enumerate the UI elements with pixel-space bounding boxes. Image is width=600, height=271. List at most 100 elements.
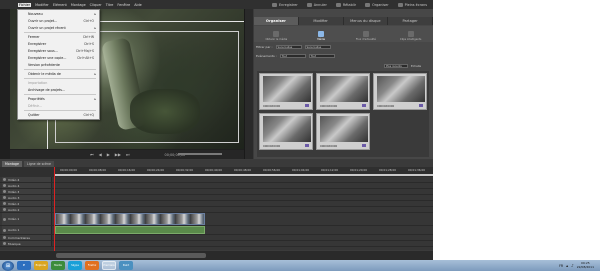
event-select[interactable]: Tout: [279, 54, 306, 58]
tab-organiser[interactable]: Organiser: [254, 17, 299, 25]
timeline-tracks: Vidéo 4 Audio 4 Vidéo 3 Audio 3 Vidéo 2 Audio…: [0, 177, 433, 250]
go-to-start-button[interactable]: ⏮: [90, 152, 94, 157]
get-media-icon: [273, 31, 280, 37]
menu-montage[interactable]: Montage: [71, 3, 86, 7]
menu-element[interactable]: Elément: [53, 3, 67, 7]
file-menu-item: Importation: [18, 80, 99, 86]
timeline-track[interactable]: Vidéo 1: [0, 213, 433, 226]
file-menu-item[interactable]: Nouveau ▸: [18, 11, 99, 17]
file-menu-item-shortcut: Ctrl+Alt+S: [77, 56, 94, 60]
clock[interactable]: 09:25 22/08/2011: [576, 261, 594, 269]
tab-montage[interactable]: Montage: [2, 160, 22, 167]
file-menu-item[interactable]: Quitter Ctrl+Q: [18, 112, 99, 118]
media-clip[interactable]: 00000X0000: [316, 113, 370, 150]
media-clip[interactable]: 00000X0000: [316, 73, 370, 110]
clip-name: 00000X0000: [263, 144, 281, 148]
save-tool-button[interactable]: Enregistrer: [272, 2, 298, 7]
file-menu-item[interactable]: Archivage de projets...: [18, 87, 99, 93]
taskbar-app-button[interactable]: Skype: [68, 261, 82, 270]
menu-modifier[interactable]: Modifier: [35, 3, 49, 7]
file-menu-item[interactable]: Ouvrir un projet récent ▸: [18, 25, 99, 31]
timeline-scroll-thumb[interactable]: [56, 253, 206, 258]
volume-icon[interactable]: ♪: [571, 263, 574, 268]
file-menu-item[interactable]: Version précédente: [18, 62, 99, 68]
file-menu-item[interactable]: Fermer Ctrl+W: [18, 34, 99, 40]
file-menu-item[interactable]: Propriétés ▸: [18, 96, 99, 102]
organizer-subtabs: Obtenir le média Média Flux d'actualité …: [254, 26, 433, 42]
file-menu-item-label: Enregistrer sous...: [28, 49, 58, 53]
event-select-2[interactable]: Tout: [308, 54, 335, 58]
timeline-playhead[interactable]: [54, 167, 55, 251]
work-area-bar[interactable]: [54, 174, 433, 176]
organize-tool-button[interactable]: Organiser: [365, 2, 389, 7]
media-clip[interactable]: 00000X0000: [259, 113, 313, 150]
track-header[interactable]: Vidéo 2: [2, 201, 52, 206]
tab-modifier[interactable]: Modifier: [298, 17, 344, 25]
taskbar-app-button[interactable]: Paint: [119, 261, 133, 270]
file-menu-dropdown: Nouveau ▸ Ouvrir un projet... Ctrl+O Ouvrir …: [17, 9, 100, 120]
subtab-feed[interactable]: Flux d'actualité: [346, 31, 386, 41]
file-menu-item[interactable]: Enregistrer sous... Ctrl+Maj+S: [18, 48, 99, 54]
taskbar-app-button[interactable]: Firefox: [85, 261, 99, 270]
menu-separator: [24, 78, 96, 79]
track-header[interactable]: Commentaires: [2, 235, 52, 240]
filter-select-2[interactable]: Sans balise: [304, 45, 331, 49]
menu-aide[interactable]: Aide: [134, 3, 142, 7]
audio-clip-strip[interactable]: [55, 226, 205, 234]
play-button[interactable]: ▶: [107, 152, 110, 157]
subtab-get-media[interactable]: Obtenir le média: [256, 31, 296, 41]
media-clip[interactable]: 00000X0000: [373, 73, 427, 110]
media-clip[interactable]: 00000X0000: [259, 73, 313, 110]
timeline-scrollbar[interactable]: [0, 251, 433, 260]
track-header[interactable]: Musique: [2, 241, 52, 246]
redo-tool-button[interactable]: Rétablir: [335, 2, 356, 7]
video-clip-strip[interactable]: [55, 213, 205, 225]
fullscreen-tool-button[interactable]: Pleins écrans: [397, 2, 427, 7]
monitor-scrollbar[interactable]: [244, 9, 253, 159]
timeline-ruler[interactable]: 00;00;00;00 00;00;08;00 00;00;16;00 00;00;2…: [0, 167, 433, 177]
file-menu-item-label: Quitter: [28, 113, 40, 117]
track-header[interactable]: Audio 1: [2, 226, 52, 234]
timeline-track[interactable]: Musique: [0, 241, 433, 247]
timeline-track[interactable]: Audio 1: [0, 226, 433, 235]
clip-name: 00000X0000: [263, 104, 281, 108]
filter-label: Filtrer par :: [256, 45, 273, 49]
go-to-end-button[interactable]: ⏭: [126, 152, 130, 157]
undo-tool-button[interactable]: Annuler: [306, 2, 327, 7]
submenu-arrow-icon: ▸: [94, 72, 96, 76]
menu-cliquer[interactable]: Cliquer: [90, 3, 102, 7]
tab-ligne-de-scene[interactable]: Ligne de scène: [23, 160, 54, 167]
clock-date: 22/08/2011: [576, 264, 594, 269]
scale-checkbox[interactable]: Echelle: [411, 64, 421, 68]
tab-partager[interactable]: Partager: [388, 17, 433, 25]
file-menu-item[interactable]: Obtenir le média de ▸: [18, 71, 99, 77]
track-header[interactable]: Vidéo 3: [2, 189, 52, 194]
step-back-button[interactable]: ◀: [99, 152, 102, 157]
clip-name: 00000X0000: [320, 144, 338, 148]
menu-fenetre[interactable]: Fenêtre: [117, 3, 130, 7]
track-header[interactable]: Audio 2: [2, 207, 52, 212]
tab-menus-du-disque[interactable]: Menus du disque: [343, 17, 389, 25]
track-header[interactable]: Audio 4: [2, 183, 52, 188]
file-menu-item[interactable]: Enregistrer Ctrl+S: [18, 41, 99, 47]
language-indicator[interactable]: FR: [559, 264, 563, 268]
menu-fichier[interactable]: Fichier: [18, 2, 32, 7]
start-button[interactable]: ⊞: [2, 260, 14, 271]
taskbar-app-button[interactable]: Premiere: [102, 261, 116, 270]
taskbar-app-button[interactable]: Media: [51, 261, 65, 270]
sort-select[interactable]: Plus récents: [384, 64, 408, 68]
filter-select[interactable]: Sans balise: [275, 45, 302, 49]
menu-titre[interactable]: Titre: [106, 3, 114, 7]
file-menu-item[interactable]: Enregistrer une copie... Ctrl+Alt+S: [18, 55, 99, 61]
track-header[interactable]: Vidéo 1: [2, 213, 52, 225]
network-icon[interactable]: ▴: [566, 263, 568, 268]
track-header[interactable]: Vidéo 4: [2, 177, 52, 182]
file-menu-item[interactable]: Ouvrir un projet... Ctrl+O: [18, 18, 99, 24]
step-forward-button[interactable]: ▶▶: [115, 152, 121, 157]
subtab-smart-clips[interactable]: Clips intelligents: [391, 31, 431, 41]
track-header[interactable]: Audio 3: [2, 195, 52, 200]
scrub-bar[interactable]: [178, 153, 222, 155]
taskbar-app-button[interactable]: IE: [17, 261, 31, 270]
subtab-media[interactable]: Média: [301, 31, 341, 41]
taskbar-app-button[interactable]: Explorer: [34, 261, 48, 270]
